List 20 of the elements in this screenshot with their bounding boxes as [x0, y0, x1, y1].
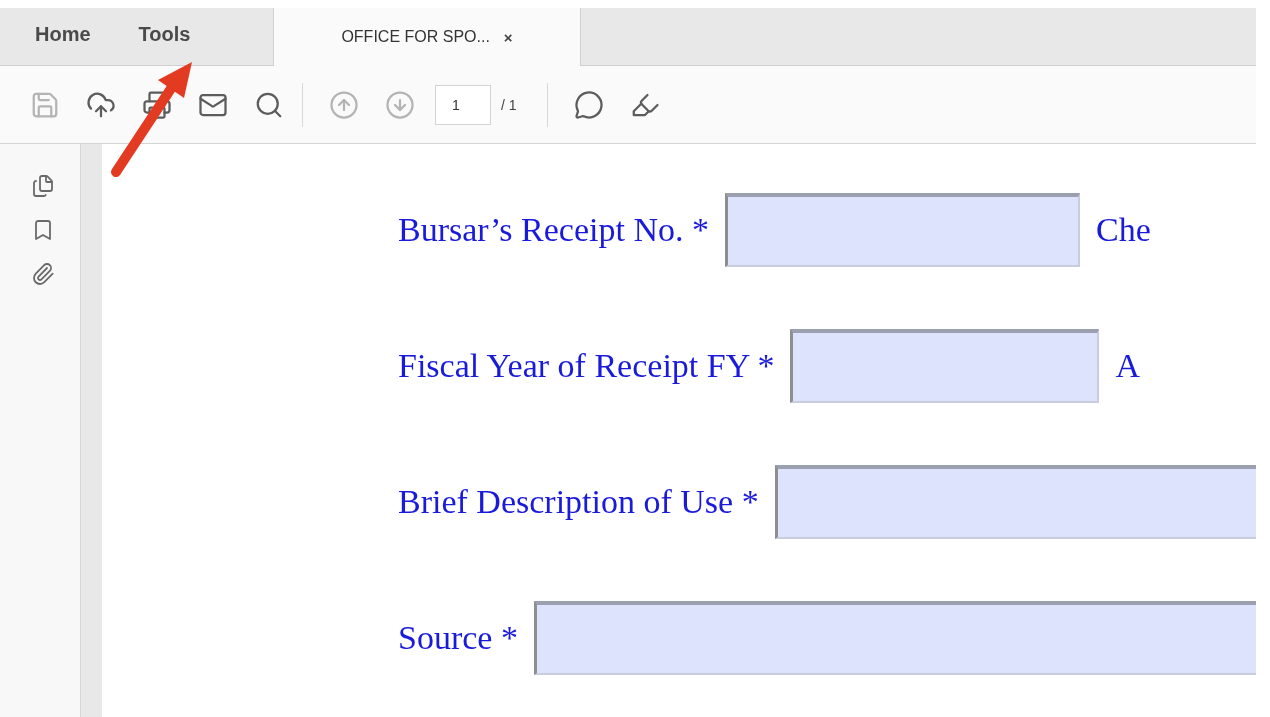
field-label: Fiscal Year of Receipt FY * — [398, 347, 775, 385]
input-field[interactable] — [725, 193, 1080, 267]
field-label: Source * — [398, 619, 518, 657]
input-field[interactable] — [533, 601, 1256, 675]
speech-bubble-icon[interactable] — [573, 89, 604, 120]
field-label: A — [1115, 347, 1141, 385]
page-number-field[interactable]: 1 — [435, 84, 491, 125]
field-label: Bursar’s Receipt No. * — [398, 211, 709, 249]
field-label: Brief Description of Use * — [398, 483, 759, 521]
close-button[interactable]: × — [503, 28, 513, 46]
tab-title: OFFICE FOR SPO... — [341, 28, 490, 46]
field-label: Che — [1096, 211, 1151, 249]
paperclip-icon[interactable] — [31, 262, 55, 286]
input-field[interactable] — [790, 329, 1100, 403]
pages-icon[interactable] — [31, 174, 55, 198]
printer-icon[interactable] — [142, 89, 172, 120]
nav-link[interactable]: Home — [35, 23, 91, 46]
nav-link[interactable]: Tools — [138, 23, 191, 46]
document-tab[interactable]: OFFICE FOR SPO... × — [274, 8, 581, 66]
page-count: / 1 — [501, 96, 517, 113]
